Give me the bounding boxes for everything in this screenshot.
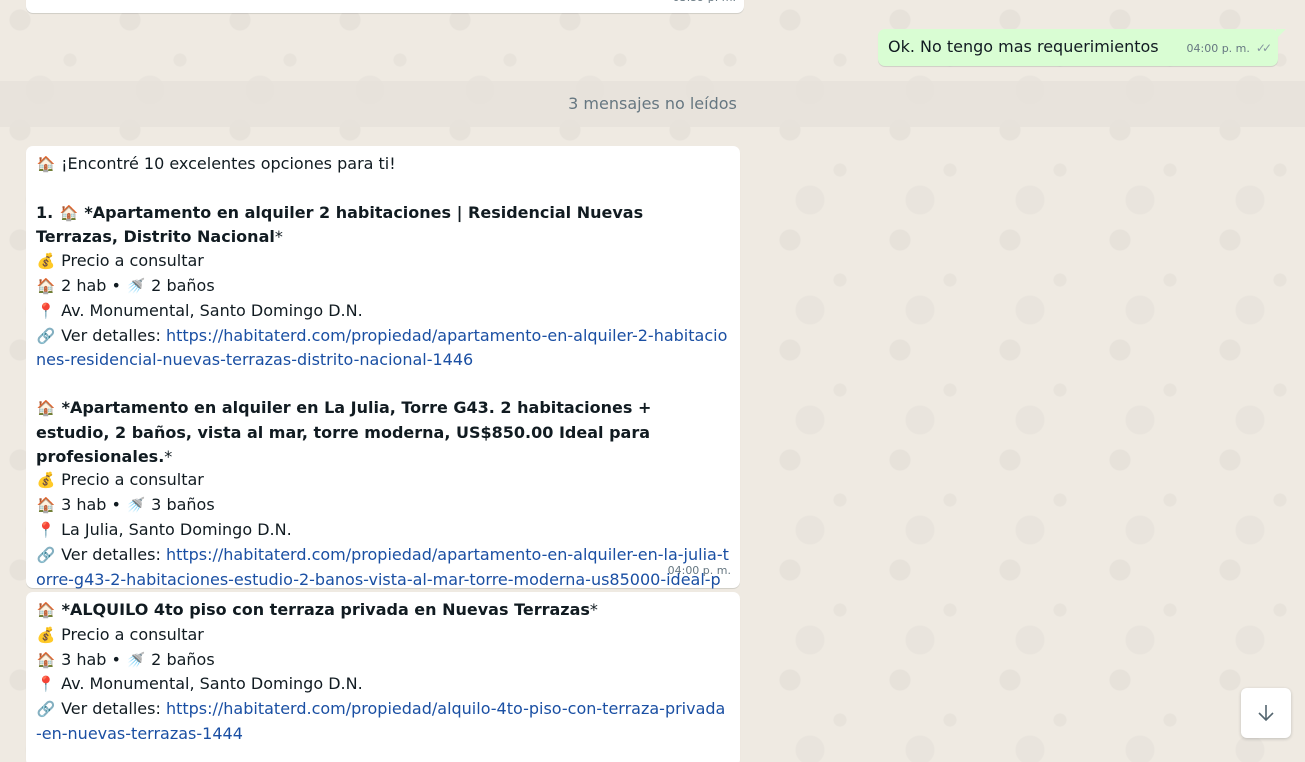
listing-title: 🏠 *ALQUILO 4to piso con terraza privada … (36, 598, 730, 623)
details-label: Ver detalles: (61, 325, 166, 345)
bathrooms-text: 2 baños (151, 275, 215, 295)
listing-price: 💰 Precio a consultar (36, 249, 730, 274)
listing-title: 1. 🏠 *Apartamento en alquiler 2 habitaci… (36, 201, 730, 250)
intro-text: ¡Encontré 10 excelentes opciones para ti… (61, 154, 396, 173)
outgoing-message-bubble[interactable]: Ok. No tengo mas requerimientos 04:00 p.… (878, 29, 1286, 66)
link-icon: 🔗 (36, 545, 56, 564)
house-icon: 🏠 (36, 276, 56, 295)
listing-number: 1. (36, 202, 59, 222)
price-text: Precio a consultar (61, 251, 204, 271)
house-icon: 🏠 (59, 203, 79, 222)
incoming-message-bubble[interactable]: 🏠 ¡Encontré 10 excelentes opciones para … (26, 146, 740, 612)
house-icon: 🏠 (36, 496, 56, 515)
bathrooms-text: 3 baños (151, 495, 215, 515)
listing-title-text: *Apartamento en alquiler en La Julia, To… (36, 397, 652, 466)
location-text: La Julia, Santo Domingo D.N. (61, 519, 292, 539)
house-icon: 🏠 (36, 601, 56, 619)
listing-price: 💰 Precio a consultar (36, 468, 730, 493)
money-bag-icon: 💰 (36, 625, 56, 644)
incoming-message-bubble[interactable]: 🏠 *ALQUILO 4to piso con terraza privada … (26, 592, 740, 762)
listing-rooms: 🏠 3 hab • 🚿 3 baños (36, 493, 730, 518)
rooms-text: 3 hab • (61, 495, 127, 515)
message-time: 04:00 p. m. (667, 564, 731, 578)
listing-rooms: 🏠 2 hab • 🚿 2 baños (36, 274, 730, 299)
money-bag-icon: 💰 (36, 252, 56, 271)
message-intro-line: 🏠 ¡Encontré 10 excelentes opciones para … (36, 152, 730, 177)
listing-location: 📍 Av. Monumental, Santo Domingo D.N. (36, 299, 730, 324)
message-meta: 04:00 p. m. ✓✓ (1186, 37, 1273, 61)
price-text: Precio a consultar (61, 470, 204, 490)
rooms-text: 3 hab • (61, 649, 127, 669)
arrow-down-icon (1258, 705, 1274, 722)
house-icon: 🏠 (36, 155, 56, 173)
read-ticks-icon: ✓✓ (1255, 41, 1272, 56)
house-icon: 🏠 (36, 650, 56, 669)
listing-location: 📍 La Julia, Santo Domingo D.N. (36, 518, 730, 543)
listing-price: 💰 Precio a consultar (36, 623, 730, 648)
bubble-tail (1276, 29, 1286, 39)
details-label: Ver detalles: (61, 699, 166, 719)
listing-item: 🏠 *Apartamento en alquiler en La Julia, … (36, 396, 730, 615)
shower-icon: 🚿 (126, 650, 146, 669)
bathrooms-text: 2 baños (151, 649, 215, 669)
listing-title-suffix: * (164, 446, 173, 466)
message-time: 04:00 p. m. (1186, 42, 1250, 56)
house-icon: 🏠 (36, 398, 56, 417)
message-time: 03:59 p. m. (673, 0, 736, 10)
listing-title-suffix: * (274, 227, 283, 247)
shower-icon: 🚿 (126, 496, 146, 515)
shower-icon: 🚿 (126, 276, 146, 295)
listing-details: 🔗 Ver detalles: https://habitaterd.com/p… (36, 697, 730, 746)
scroll-to-bottom-button[interactable] (1241, 688, 1291, 738)
link-icon: 🔗 (36, 326, 56, 345)
unread-messages-divider: 3 mensajes no leídos (568, 94, 737, 113)
listing-title-text: *ALQUILO 4to piso con terraza privada en… (61, 600, 590, 619)
listing-item: 1. 🏠 *Apartamento en alquiler 2 habitaci… (36, 201, 730, 373)
rooms-text: 2 hab • (61, 275, 127, 295)
listing-rooms: 🏠 3 hab • 🚿 2 baños (36, 648, 730, 673)
money-bag-icon: 💰 (36, 471, 56, 490)
listing-title: 🏠 *Apartamento en alquiler en La Julia, … (36, 396, 730, 468)
location-text: Av. Monumental, Santo Domingo D.N. (61, 674, 363, 694)
previous-message-bubble[interactable]: 😊 03:59 p. m. (26, 0, 744, 13)
listing-location: 📍 Av. Monumental, Santo Domingo D.N. (36, 672, 730, 697)
pin-icon: 📍 (36, 520, 56, 539)
listing-details: 🔗 Ver detalles: https://habitaterd.com/p… (36, 324, 730, 373)
pin-icon: 📍 (36, 301, 56, 320)
listing-title-suffix: * (589, 600, 598, 619)
price-text: Precio a consultar (61, 624, 204, 644)
link-icon: 🔗 (36, 700, 56, 719)
pin-icon: 📍 (36, 675, 56, 694)
location-text: Av. Monumental, Santo Domingo D.N. (61, 300, 363, 320)
listing-title-text: *Apartamento en alquiler 2 habitaciones … (36, 202, 644, 247)
details-label: Ver detalles: (61, 544, 166, 564)
